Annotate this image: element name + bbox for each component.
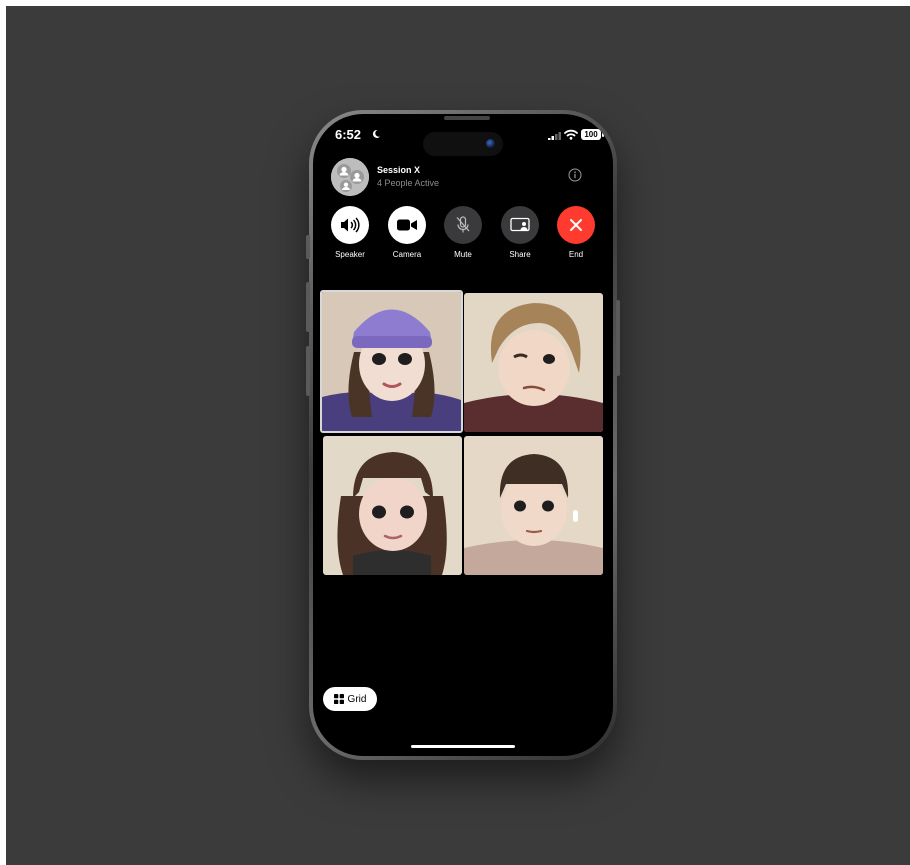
participant-tile-1[interactable] xyxy=(320,290,463,433)
screen-share-icon xyxy=(501,206,539,244)
info-icon[interactable] xyxy=(568,168,582,182)
wifi-icon xyxy=(564,129,578,140)
mute-label: Mute xyxy=(454,250,472,259)
moon-icon xyxy=(372,129,380,138)
camera-button[interactable]: Camera xyxy=(381,206,433,259)
memoji-girl-avatar xyxy=(322,292,461,431)
participant-tile-4[interactable] xyxy=(464,436,603,575)
close-icon xyxy=(557,206,595,244)
volume-up-button xyxy=(306,282,310,332)
participant-tile-2[interactable] xyxy=(464,293,603,432)
session-group-avatar[interactable] xyxy=(331,158,369,196)
battery-tip xyxy=(602,132,604,137)
phone-screen: 6:52 100 Session X 4 People Active Speak… xyxy=(313,114,613,756)
share-label: Share xyxy=(509,250,531,259)
group-icon xyxy=(331,158,369,196)
memoji-boy-bowlcut-avatar xyxy=(464,436,603,575)
mic-off-icon xyxy=(444,206,482,244)
participant-tile-3[interactable] xyxy=(323,436,462,575)
battery-indicator: 100 xyxy=(581,129,601,140)
memoji-girl-bangs-avatar xyxy=(323,436,462,575)
camera-label: Camera xyxy=(392,250,422,259)
signal-icon xyxy=(548,132,561,140)
action-button xyxy=(306,235,310,259)
session-subtitle: 4 People Active xyxy=(377,178,440,188)
grid-label: Grid xyxy=(347,693,367,705)
volume-down-button xyxy=(306,346,310,396)
grid-icon xyxy=(333,694,344,704)
video-camera-icon xyxy=(388,206,426,244)
session-title: Session X xyxy=(377,165,421,175)
end-call-button[interactable]: End xyxy=(550,206,602,259)
mute-button[interactable]: Mute xyxy=(437,206,489,259)
share-button[interactable]: Share xyxy=(494,206,546,259)
phone-frame: 6:52 100 Session X 4 People Active Speak… xyxy=(306,110,620,760)
memoji-boy-winking-avatar xyxy=(464,293,603,432)
earpiece xyxy=(444,116,490,120)
front-camera xyxy=(486,139,495,148)
home-indicator[interactable] xyxy=(411,745,515,748)
speaker-button[interactable]: Speaker xyxy=(324,206,376,259)
speaker-icon xyxy=(331,206,369,244)
dynamic-island xyxy=(423,132,503,156)
power-button xyxy=(616,300,620,376)
end-label: End xyxy=(568,250,584,259)
grid-button[interactable]: Grid xyxy=(323,687,377,711)
speaker-label: Speaker xyxy=(335,250,365,259)
status-time: 6:52 xyxy=(335,127,362,142)
